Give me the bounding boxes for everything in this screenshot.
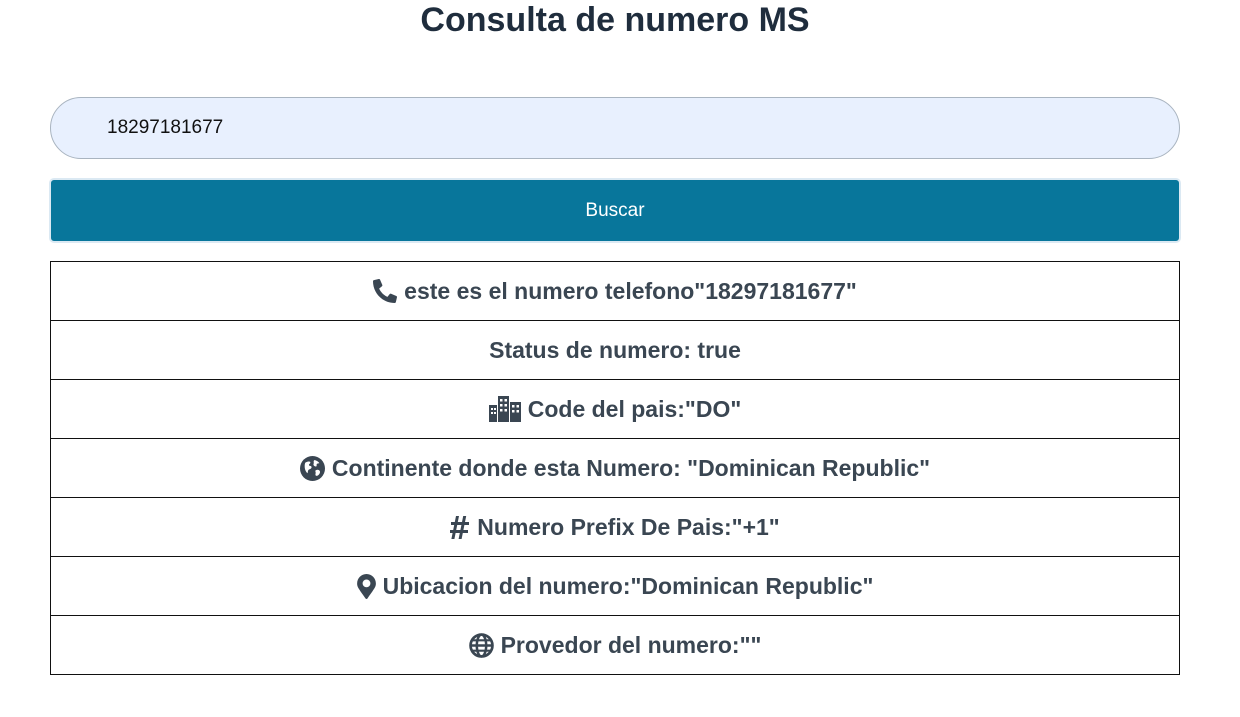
result-row-provider: Provedor del numero:"" <box>51 616 1179 674</box>
result-text-country-code: Code del pais:"DO" <box>527 395 742 422</box>
result-text-phone: este es el numero telefono"18297181677" <box>404 277 857 304</box>
result-text-status: Status de numero: true <box>489 336 741 363</box>
result-row-status: Status de numero: true <box>51 321 1179 380</box>
city-icon <box>488 396 521 422</box>
search-button[interactable]: Buscar <box>49 178 1181 243</box>
result-text-location: Ubicacion del numero:"Dominican Republic… <box>382 572 874 599</box>
location-pin-icon <box>356 573 376 599</box>
page-title: Consulta de numero MS <box>420 1 810 39</box>
globe-icon <box>468 632 494 658</box>
results-table: este es el numero telefono"18297181677" … <box>50 261 1180 675</box>
result-row-country-code: Code del pais:"DO" <box>51 380 1179 439</box>
result-text-provider: Provedor del numero:"" <box>500 631 762 658</box>
result-row-location: Ubicacion del numero:"Dominican Republic… <box>51 557 1179 616</box>
hashtag-icon <box>450 515 470 539</box>
result-row-continent: Continente donde esta Numero: "Dominican… <box>51 439 1179 498</box>
phone-icon <box>373 279 398 303</box>
phone-number-input[interactable] <box>50 97 1180 159</box>
result-row-prefix: Numero Prefix De Pais:"+1" <box>51 498 1179 557</box>
result-text-continent: Continente donde esta Numero: "Dominican… <box>331 454 931 481</box>
result-row-phone: este es el numero telefono"18297181677" <box>51 262 1179 321</box>
page: Consulta de numero MS Buscar este es el … <box>0 0 1240 717</box>
earth-icon <box>299 455 325 481</box>
result-text-prefix: Numero Prefix De Pais:"+1" <box>477 513 780 540</box>
